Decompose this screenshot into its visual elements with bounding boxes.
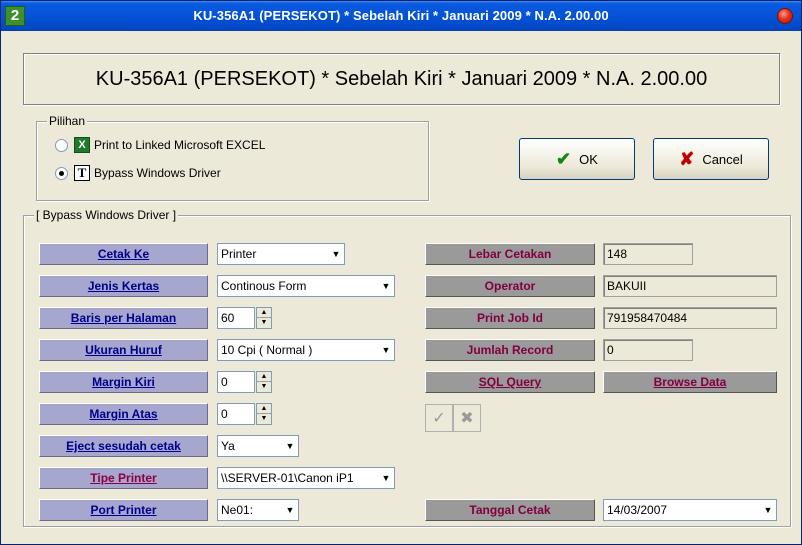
bypass-legend: [ Bypass Windows Driver ] xyxy=(34,208,179,222)
chevron-down-icon[interactable]: ▼ xyxy=(328,244,344,264)
chevron-down-icon[interactable]: ▼ xyxy=(378,276,394,296)
report-title: KU-356A1 (PERSEKOT) * Sebelah Kiri * Jan… xyxy=(95,68,708,90)
eject-select[interactable]: Ya ▼ xyxy=(217,435,299,457)
report-header: KU-356A1 (PERSEKOT) * Sebelah Kiri * Jan… xyxy=(23,53,780,105)
label-margin-kiri: Margin Kiri xyxy=(39,371,208,393)
jumlah-record-field: 0 xyxy=(603,339,693,361)
checkmark-icon: ✔ xyxy=(556,148,572,169)
spin-up-icon: ▲ xyxy=(257,308,271,318)
tipe-printer-select[interactable]: \\SERVER-01\Canon iP1 ▼ xyxy=(217,467,395,489)
baris-per-halaman-input[interactable]: 60 xyxy=(217,307,255,329)
confirm-check-icon[interactable]: ✓ xyxy=(425,404,453,432)
label-jenis-kertas: Jenis Kertas xyxy=(39,275,208,297)
query-actions: ✓ ✖ xyxy=(425,404,481,432)
print-job-id-field: 791958470484 xyxy=(603,307,777,329)
radio-excel[interactable] xyxy=(55,138,68,152)
baris-spinner[interactable]: ▲ ▼ xyxy=(256,307,272,329)
cancel-label: Cancel xyxy=(702,151,743,167)
label-jumlah-record: Jumlah Record xyxy=(425,339,595,361)
window-title: KU-356A1 (PERSEKOT) * Sebelah Kiri * Jan… xyxy=(193,8,609,23)
ok-button[interactable]: ✔ OK xyxy=(519,138,635,180)
pilihan-group: Pilihan X Print to Linked Microsoft EXCE… xyxy=(36,114,429,201)
browse-data-button[interactable]: Browse Data xyxy=(603,371,777,393)
chevron-down-icon[interactable]: ▼ xyxy=(282,436,298,456)
label-eject: Eject sesudah cetak xyxy=(39,435,208,457)
label-ukuran-huruf: Ukuran Huruf xyxy=(39,339,208,361)
margin-atas-spinner[interactable]: ▲ ▼ xyxy=(256,403,272,425)
chevron-down-icon[interactable]: ▼ xyxy=(282,500,298,520)
chevron-down-icon[interactable]: ▼ xyxy=(378,340,394,360)
option-excel[interactable]: X Print to Linked Microsoft EXCEL xyxy=(55,136,265,154)
dialog-window: 2 KU-356A1 (PERSEKOT) * Sebelah Kiri * J… xyxy=(0,0,802,545)
label-tanggal-cetak: Tanggal Cetak xyxy=(425,499,595,521)
pilihan-legend: Pilihan xyxy=(47,114,88,128)
chevron-down-icon[interactable]: ▼ xyxy=(378,468,394,488)
spin-down-icon: ▼ xyxy=(260,415,268,422)
margin-atas-input[interactable]: 0 xyxy=(217,403,255,425)
port-printer-select[interactable]: Ne01: ▼ xyxy=(217,499,299,521)
spin-down-icon: ▼ xyxy=(260,383,268,390)
sql-query-button[interactable]: SQL Query xyxy=(425,371,595,393)
tanggal-cetak-select[interactable]: 14/03/2007 ▼ xyxy=(603,499,777,521)
operator-field: BAKUII xyxy=(603,275,777,297)
radio-bypass[interactable] xyxy=(55,166,68,180)
option-excel-label: Print to Linked Microsoft EXCEL xyxy=(94,138,266,152)
cetak-ke-select[interactable]: Printer ▼ xyxy=(217,243,345,265)
ok-label: OK xyxy=(579,151,598,167)
spin-up-icon: ▲ xyxy=(257,404,271,414)
spin-up-icon: ▲ xyxy=(257,372,271,382)
text-t-icon: T xyxy=(74,165,90,181)
option-bypass[interactable]: T Bypass Windows Driver xyxy=(55,164,221,182)
option-bypass-label: Bypass Windows Driver xyxy=(94,166,221,180)
label-baris-per-halaman: Baris per Halaman xyxy=(39,307,208,329)
excel-icon: X xyxy=(74,137,90,153)
label-lebar-cetakan: Lebar Cetakan xyxy=(425,243,595,265)
chevron-down-icon[interactable]: ▼ xyxy=(760,500,776,520)
lebar-cetakan-field: 148 xyxy=(603,243,693,265)
label-operator: Operator xyxy=(425,275,595,297)
delete-x-icon[interactable]: ✖ xyxy=(453,404,481,432)
cancel-button[interactable]: ✘ Cancel xyxy=(653,138,769,180)
close-button[interactable] xyxy=(777,8,793,24)
label-cetak-ke: Cetak Ke xyxy=(39,243,208,265)
label-print-job-id: Print Job Id xyxy=(425,307,595,329)
label-port-printer: Port Printer xyxy=(39,499,208,521)
ukuran-huruf-select[interactable]: 10 Cpi ( Normal ) ▼ xyxy=(217,339,395,361)
cancel-x-icon: ✘ xyxy=(679,148,695,169)
spin-down-icon: ▼ xyxy=(260,319,268,326)
title-bar[interactable]: 2 KU-356A1 (PERSEKOT) * Sebelah Kiri * J… xyxy=(1,1,801,31)
jenis-kertas-select[interactable]: Continous Form ▼ xyxy=(217,275,395,297)
label-tipe-printer: Tipe Printer xyxy=(39,467,208,489)
margin-kiri-spinner[interactable]: ▲ ▼ xyxy=(256,371,272,393)
margin-kiri-input[interactable]: 0 xyxy=(217,371,255,393)
label-margin-atas: Margin Atas xyxy=(39,403,208,425)
